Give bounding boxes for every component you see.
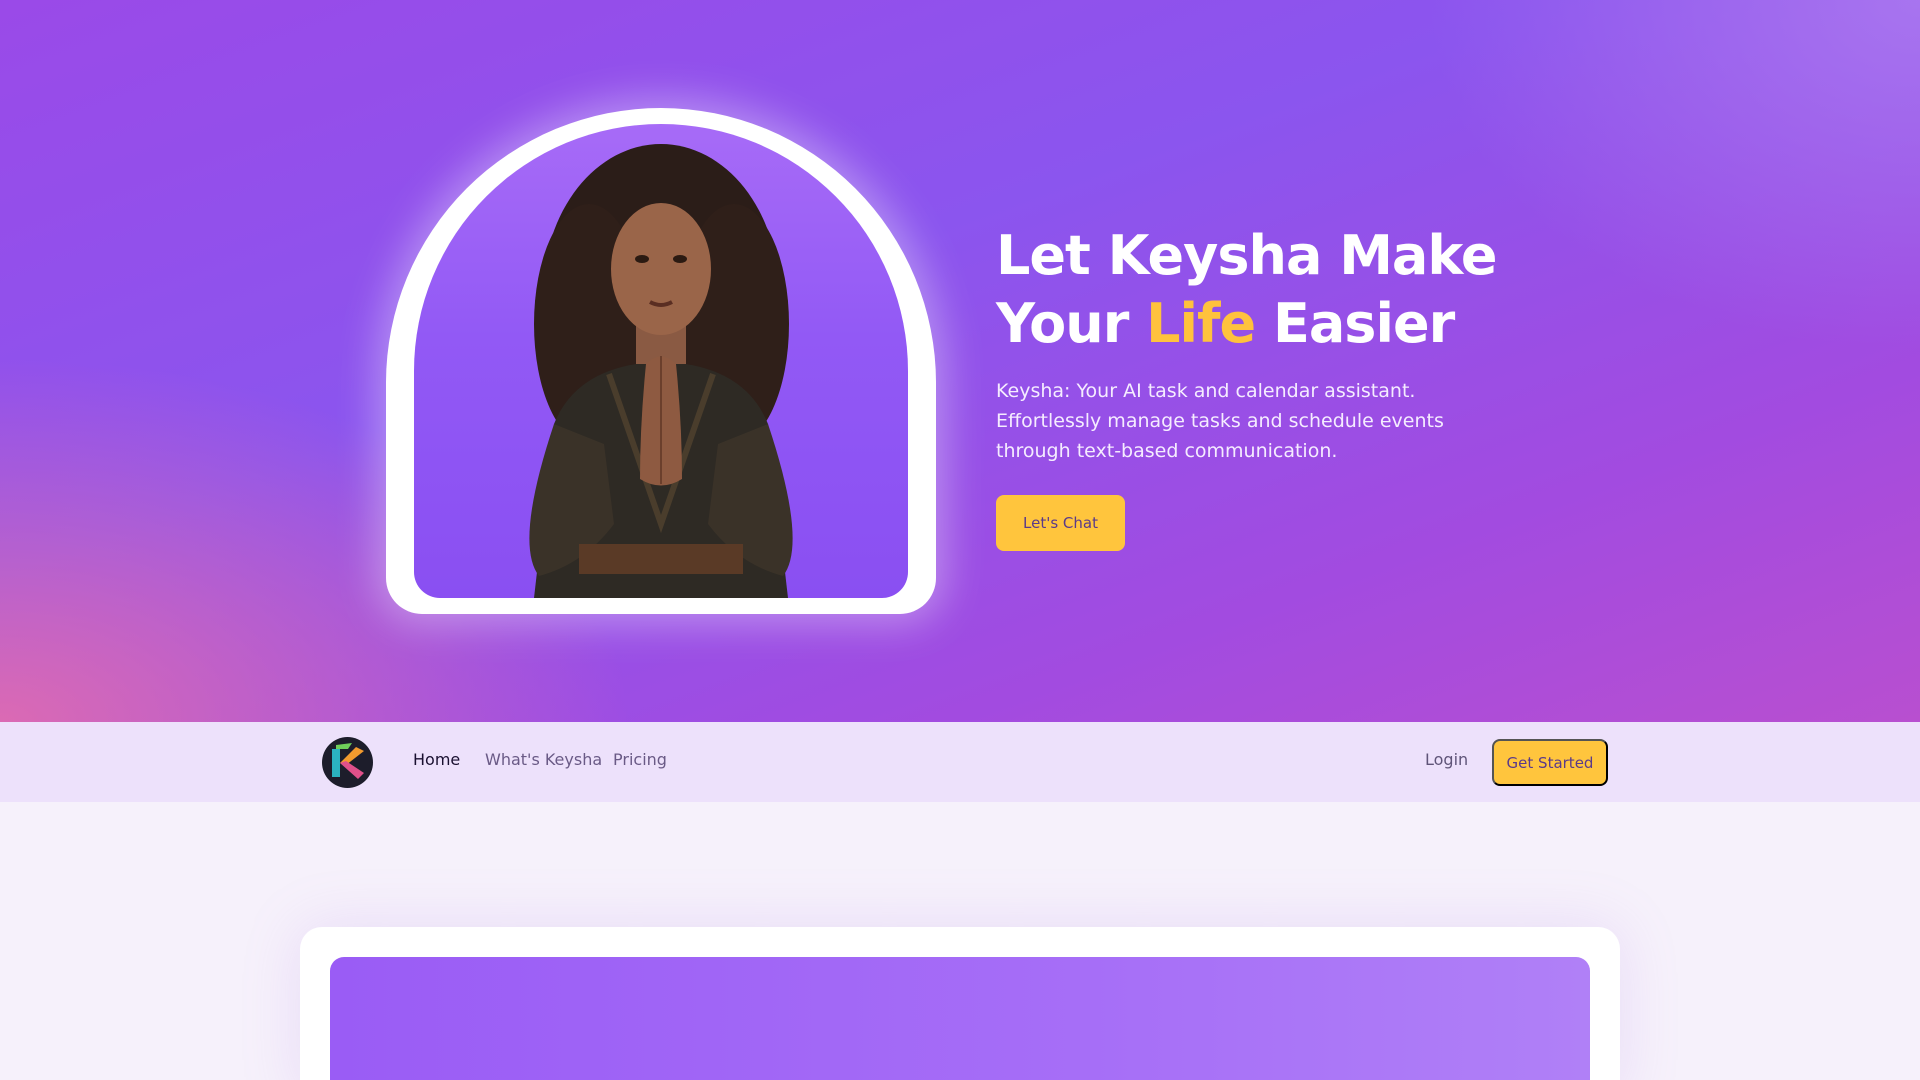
main-navbar: Home What's Keysha Pricing Login Get Sta… [0,722,1920,802]
headline-accent-word: Life [1146,292,1256,355]
keysha-k-logo-icon[interactable] [322,737,373,788]
hero-image-frame [386,108,936,614]
preview-card-banner [330,957,1590,1080]
headline-line-1: Let Keysha Make [996,224,1497,287]
headline-line-2: Your Life Easier [996,290,1516,358]
hero-description-line-2: Effortlessly manage tasks and schedule e… [996,410,1444,432]
headline-easier: Easier [1255,292,1455,355]
nav-whats-keysha-link[interactable]: What's Keysha [485,750,602,769]
hero-description: Keysha: Your AI task and calendar assist… [996,376,1466,466]
nav-pricing-link[interactable]: Pricing [613,750,667,769]
headline-your: Your [996,292,1147,355]
lets-chat-button[interactable]: Let's Chat [996,495,1125,551]
login-link[interactable]: Login [1425,750,1468,769]
woman-portrait-illustration [529,144,793,598]
hero-headline: Let Keysha Make Your Life Easier [996,222,1516,358]
nav-home-link[interactable]: Home [413,750,460,769]
hero-description-line-3: through text-based communication. [996,440,1338,462]
hero-portrait-image [414,124,908,598]
hero-description-line-1: Keysha: Your AI task and calendar assist… [996,380,1416,402]
preview-card [300,927,1620,1080]
get-started-button[interactable]: Get Started [1492,739,1608,786]
hero-section: Let Keysha Make Your Life Easier Keysha:… [0,0,1920,722]
